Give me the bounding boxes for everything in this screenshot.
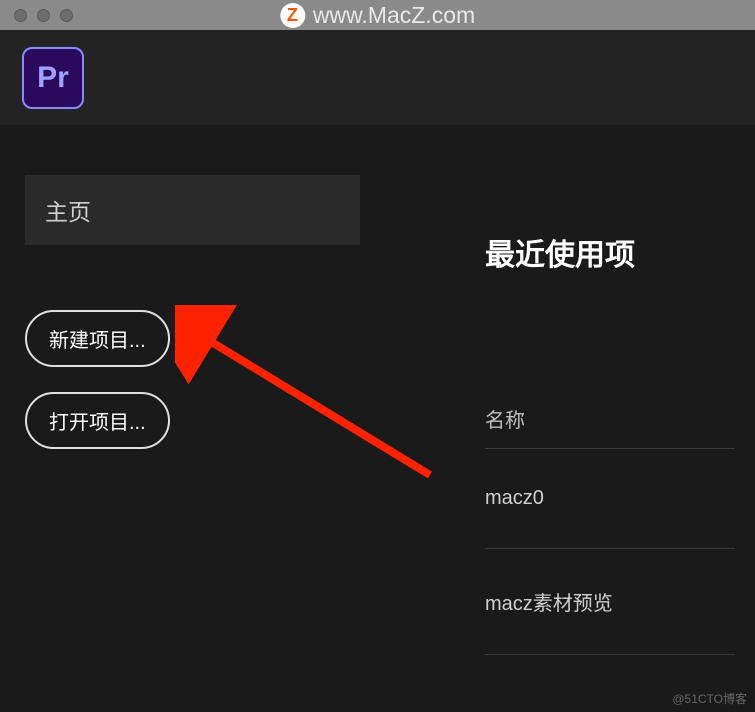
premiere-app-icon: Pr (22, 47, 84, 109)
titlebar-watermark: Z www.MacZ.com (280, 2, 475, 29)
watermark-text: www.MacZ.com (313, 2, 475, 29)
close-window-button[interactable] (14, 9, 27, 22)
window-controls (0, 9, 73, 22)
project-row[interactable]: macz素材预览 (485, 549, 735, 655)
minimize-window-button[interactable] (37, 9, 50, 22)
window-titlebar: Z www.MacZ.com (0, 0, 755, 30)
project-row[interactable]: macz0 (485, 449, 735, 549)
recent-section-title: 最近使用项 (485, 230, 735, 274)
open-project-button[interactable]: 打开项目... (25, 392, 170, 449)
name-column-header[interactable]: 名称 (485, 389, 735, 449)
main-content: 主页 新建项目... 打开项目... 最近使用项 名称 macz0 macz素材… (0, 125, 755, 712)
new-project-button[interactable]: 新建项目... (25, 310, 170, 367)
watermark-badge-icon: Z (280, 3, 305, 28)
maximize-window-button[interactable] (60, 9, 73, 22)
left-sidebar: 主页 新建项目... 打开项目... (0, 125, 385, 712)
footer-watermark: @51CTO博客 (672, 690, 747, 707)
home-tab[interactable]: 主页 (25, 175, 360, 245)
recent-projects-panel: 最近使用项 名称 macz0 macz素材预览 (385, 125, 755, 712)
app-toolbar: Pr (0, 30, 755, 125)
